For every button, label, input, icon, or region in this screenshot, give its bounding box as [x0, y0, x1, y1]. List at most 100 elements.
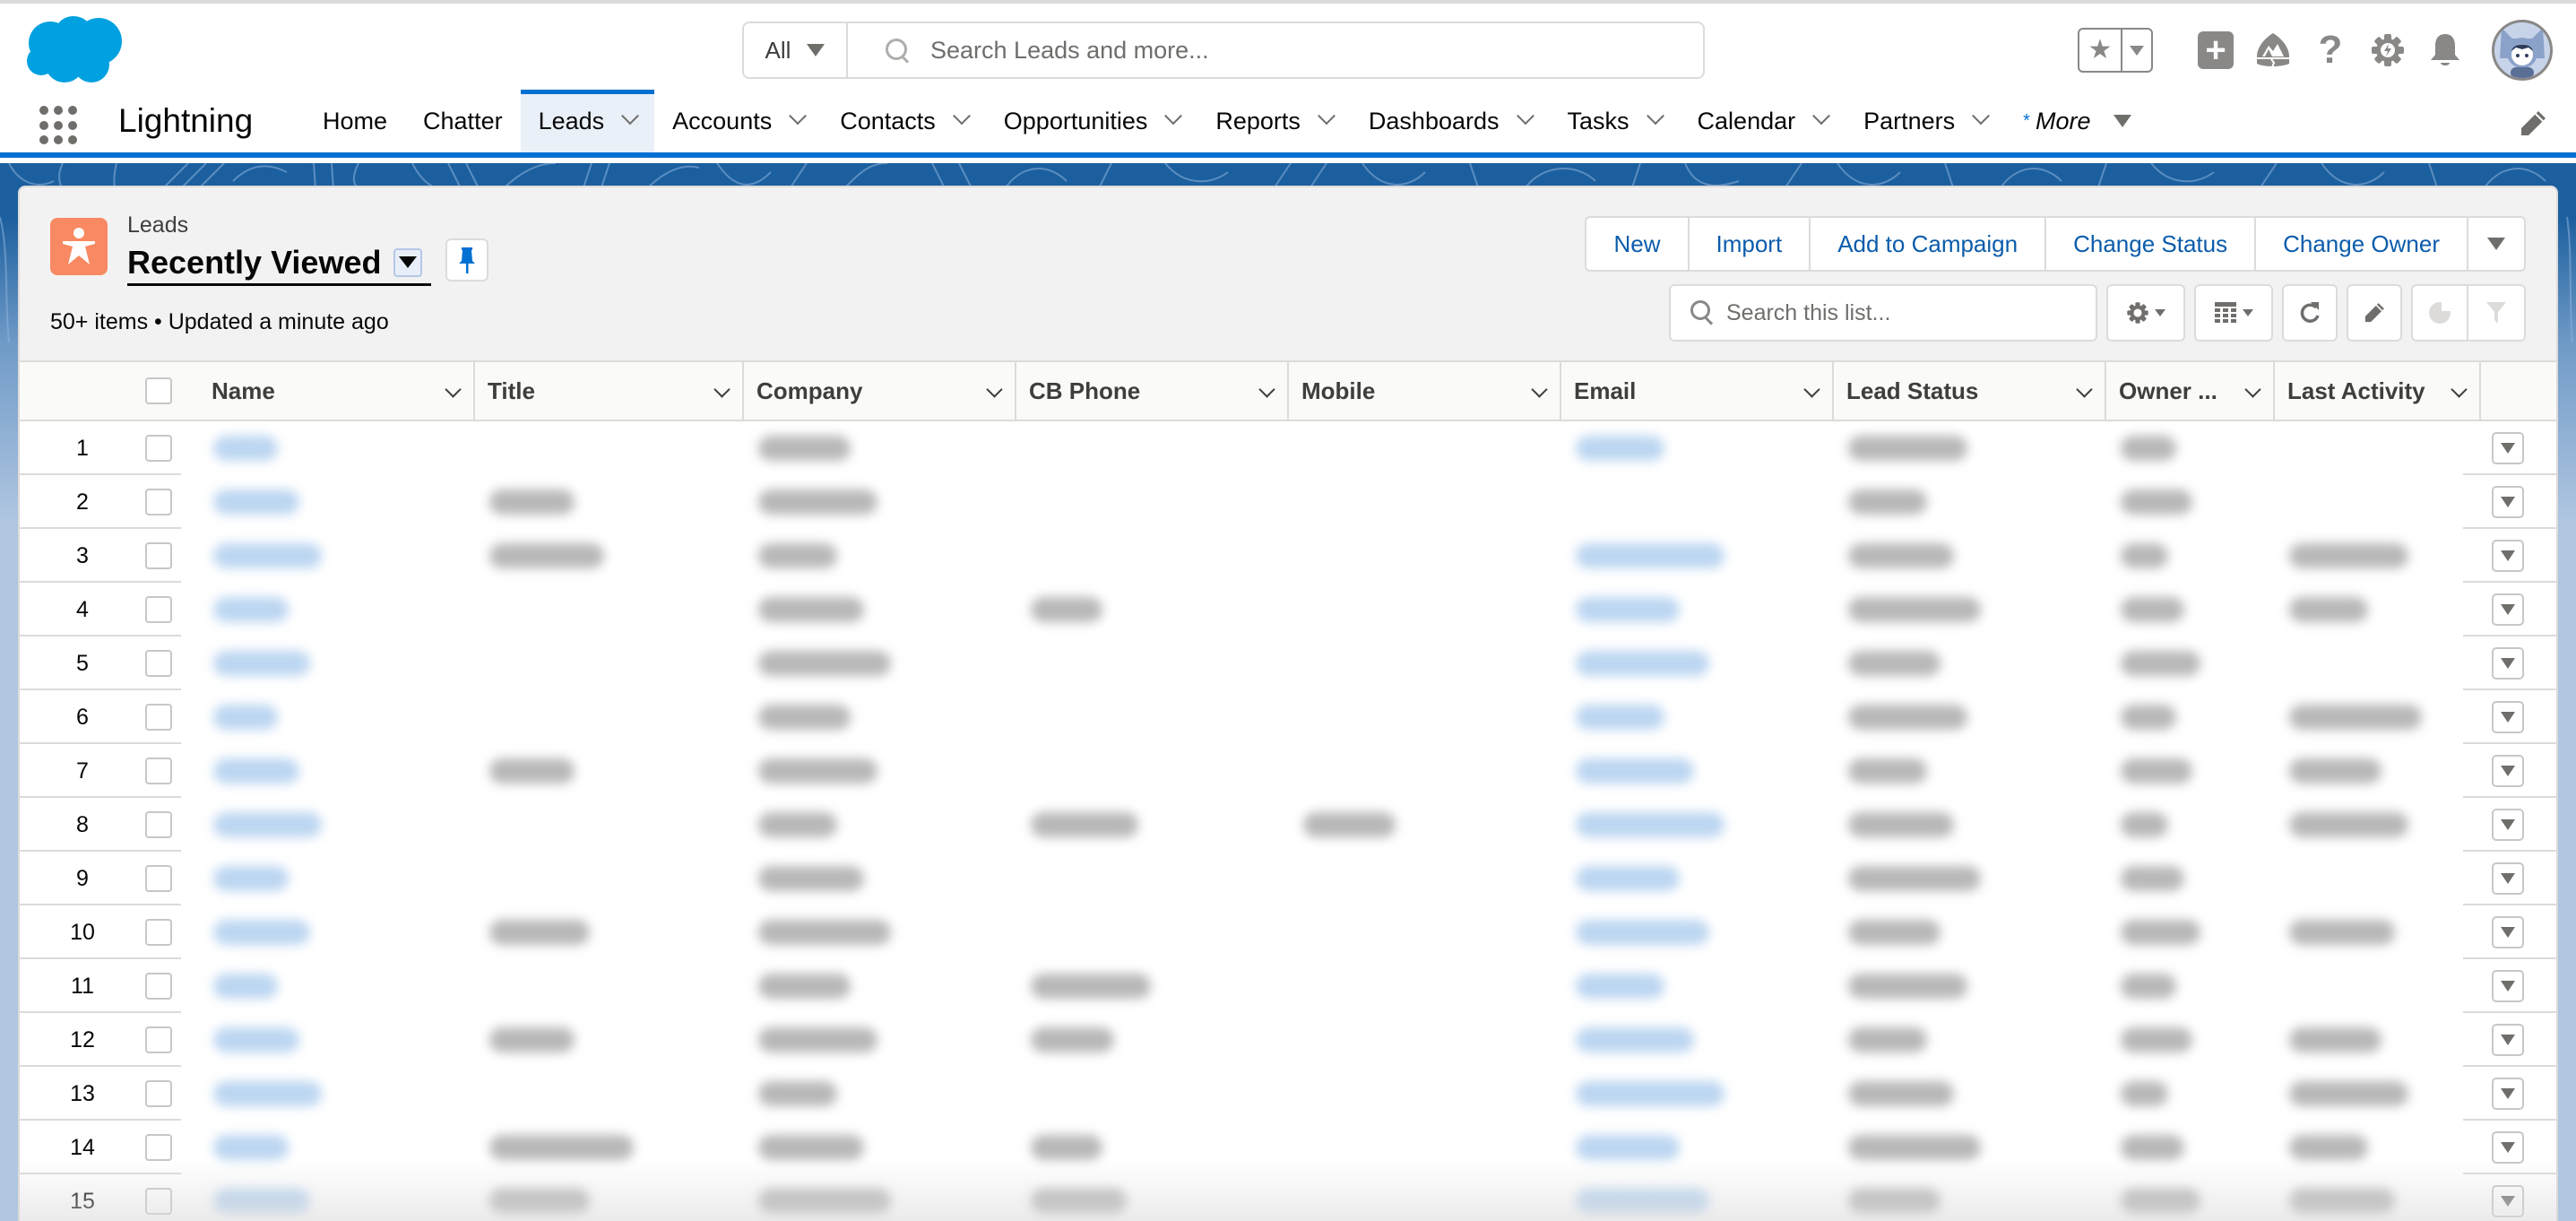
cell-name[interactable]	[199, 1067, 475, 1121]
cell-email[interactable]	[1561, 798, 1834, 852]
column-header-company[interactable]: Company	[744, 362, 1016, 420]
table-row[interactable]: 14	[20, 1121, 2556, 1174]
cell-name[interactable]	[199, 744, 475, 798]
column-menu-chevron-icon[interactable]	[1531, 381, 1548, 398]
import-button[interactable]: Import	[1690, 218, 1811, 270]
cell-name[interactable]	[199, 636, 475, 690]
change-owner-button[interactable]: Change Owner	[2256, 218, 2468, 270]
setup-gear-icon[interactable]	[2368, 30, 2407, 70]
filters-button[interactable]	[2468, 286, 2524, 340]
chevron-down-icon[interactable]	[1164, 107, 1183, 126]
nav-tab-partners[interactable]: Partners	[1846, 90, 2005, 152]
row-actions-dropdown[interactable]	[2492, 862, 2524, 895]
column-header-lead-status[interactable]: Lead Status	[1834, 362, 2106, 420]
row-checkbox[interactable]	[145, 865, 172, 892]
favorites-dropdown-icon[interactable]	[2122, 30, 2151, 71]
nav-tab-contacts[interactable]: Contacts	[822, 90, 986, 152]
row-checkbox[interactable]	[145, 542, 172, 569]
chevron-down-icon[interactable]	[1972, 107, 1991, 126]
cell-email[interactable]	[1561, 636, 1834, 690]
row-checkbox[interactable]	[145, 704, 172, 731]
global-search-input[interactable]	[930, 36, 1647, 65]
column-header-email[interactable]: Email	[1561, 362, 1834, 420]
notifications-bell-icon[interactable]	[2425, 30, 2465, 70]
user-avatar[interactable]	[2492, 20, 2553, 81]
cell-email[interactable]	[1561, 583, 1834, 636]
cell-name[interactable]	[199, 1013, 475, 1067]
row-checkbox[interactable]	[145, 1134, 172, 1161]
salesforce-logo[interactable]	[23, 13, 129, 86]
row-actions-dropdown[interactable]	[2492, 486, 2524, 518]
refresh-button[interactable]	[2282, 284, 2338, 342]
column-header-last-activity[interactable]: Last Activity	[2275, 362, 2481, 420]
cell-name[interactable]	[199, 421, 475, 475]
table-row[interactable]: 12	[20, 1013, 2556, 1067]
row-checkbox[interactable]	[145, 650, 172, 677]
search-scope-dropdown[interactable]: All	[744, 23, 848, 77]
list-view-controls-button[interactable]	[2106, 284, 2185, 342]
select-all-checkbox[interactable]	[145, 377, 172, 404]
help-icon[interactable]: ?	[2311, 30, 2350, 70]
app-launcher-icon[interactable]	[39, 106, 79, 145]
cell-name[interactable]	[199, 959, 475, 1013]
nav-tab-home[interactable]: Home	[305, 90, 405, 152]
row-checkbox[interactable]	[145, 1188, 172, 1215]
row-actions-dropdown[interactable]	[2492, 540, 2524, 572]
cell-email[interactable]	[1561, 852, 1834, 905]
change-status-button[interactable]: Change Status	[2046, 218, 2257, 270]
cell-email[interactable]	[1561, 905, 1834, 959]
column-menu-chevron-icon[interactable]	[445, 381, 462, 398]
cell-email[interactable]	[1561, 959, 1834, 1013]
nav-tab-accounts[interactable]: Accounts	[654, 90, 822, 152]
table-row[interactable]: 2	[20, 475, 2556, 529]
row-actions-dropdown[interactable]	[2492, 755, 2524, 787]
row-actions-dropdown[interactable]	[2492, 1185, 2524, 1217]
more-actions-button[interactable]	[2468, 218, 2524, 270]
cell-email[interactable]	[1561, 421, 1834, 475]
list-view-dropdown-icon[interactable]	[393, 247, 423, 277]
chevron-down-icon[interactable]	[1318, 107, 1336, 126]
list-view-selector[interactable]: Recently Viewed	[127, 241, 432, 286]
cell-name[interactable]	[199, 690, 475, 744]
table-row[interactable]: 1	[20, 421, 2556, 475]
column-menu-chevron-icon[interactable]	[2244, 381, 2261, 398]
chevron-down-icon[interactable]	[621, 107, 640, 126]
new-button[interactable]: New	[1586, 218, 1690, 270]
nav-tab-dashboards[interactable]: Dashboards	[1351, 90, 1550, 152]
row-checkbox[interactable]	[145, 811, 172, 838]
cell-email[interactable]	[1561, 529, 1834, 583]
nav-tab-opportunities[interactable]: Opportunities	[986, 90, 1198, 152]
cell-name[interactable]	[199, 798, 475, 852]
cell-name[interactable]	[199, 583, 475, 636]
add-to-campaign-button[interactable]: Add to Campaign	[1811, 218, 2047, 270]
row-checkbox[interactable]	[145, 758, 172, 784]
row-actions-dropdown[interactable]	[2492, 970, 2524, 1002]
table-row[interactable]: 6	[20, 690, 2556, 744]
row-actions-dropdown[interactable]	[2492, 593, 2524, 626]
column-header-cb-phone[interactable]: CB Phone	[1016, 362, 1289, 420]
table-row[interactable]: 3	[20, 529, 2556, 583]
cell-name[interactable]	[199, 852, 475, 905]
row-checkbox[interactable]	[145, 596, 172, 623]
table-row[interactable]: 4	[20, 583, 2556, 636]
cell-name[interactable]	[199, 1174, 475, 1221]
cell-email[interactable]	[1561, 690, 1834, 744]
nav-more-menu[interactable]: * More	[2005, 90, 2149, 152]
nav-tab-chatter[interactable]: Chatter	[405, 90, 521, 152]
edit-nav-pencil-icon[interactable]	[2517, 108, 2549, 140]
chevron-down-icon[interactable]	[1812, 107, 1831, 126]
cell-email[interactable]	[1561, 1067, 1834, 1121]
show-charts-button[interactable]	[2413, 286, 2468, 340]
global-actions-plus-icon[interactable]: +	[2196, 30, 2235, 70]
table-row[interactable]: 8	[20, 798, 2556, 852]
nav-tab-tasks[interactable]: Tasks	[1550, 90, 1680, 152]
row-checkbox[interactable]	[145, 973, 172, 1000]
display-as-table-button[interactable]	[2194, 284, 2273, 342]
column-header-name[interactable]: Name	[199, 362, 475, 420]
row-actions-dropdown[interactable]	[2492, 1131, 2524, 1164]
row-actions-dropdown[interactable]	[2492, 1024, 2524, 1056]
row-actions-dropdown[interactable]	[2492, 1078, 2524, 1110]
cell-email[interactable]	[1561, 1013, 1834, 1067]
table-row[interactable]: 5	[20, 636, 2556, 690]
cell-name[interactable]	[199, 905, 475, 959]
